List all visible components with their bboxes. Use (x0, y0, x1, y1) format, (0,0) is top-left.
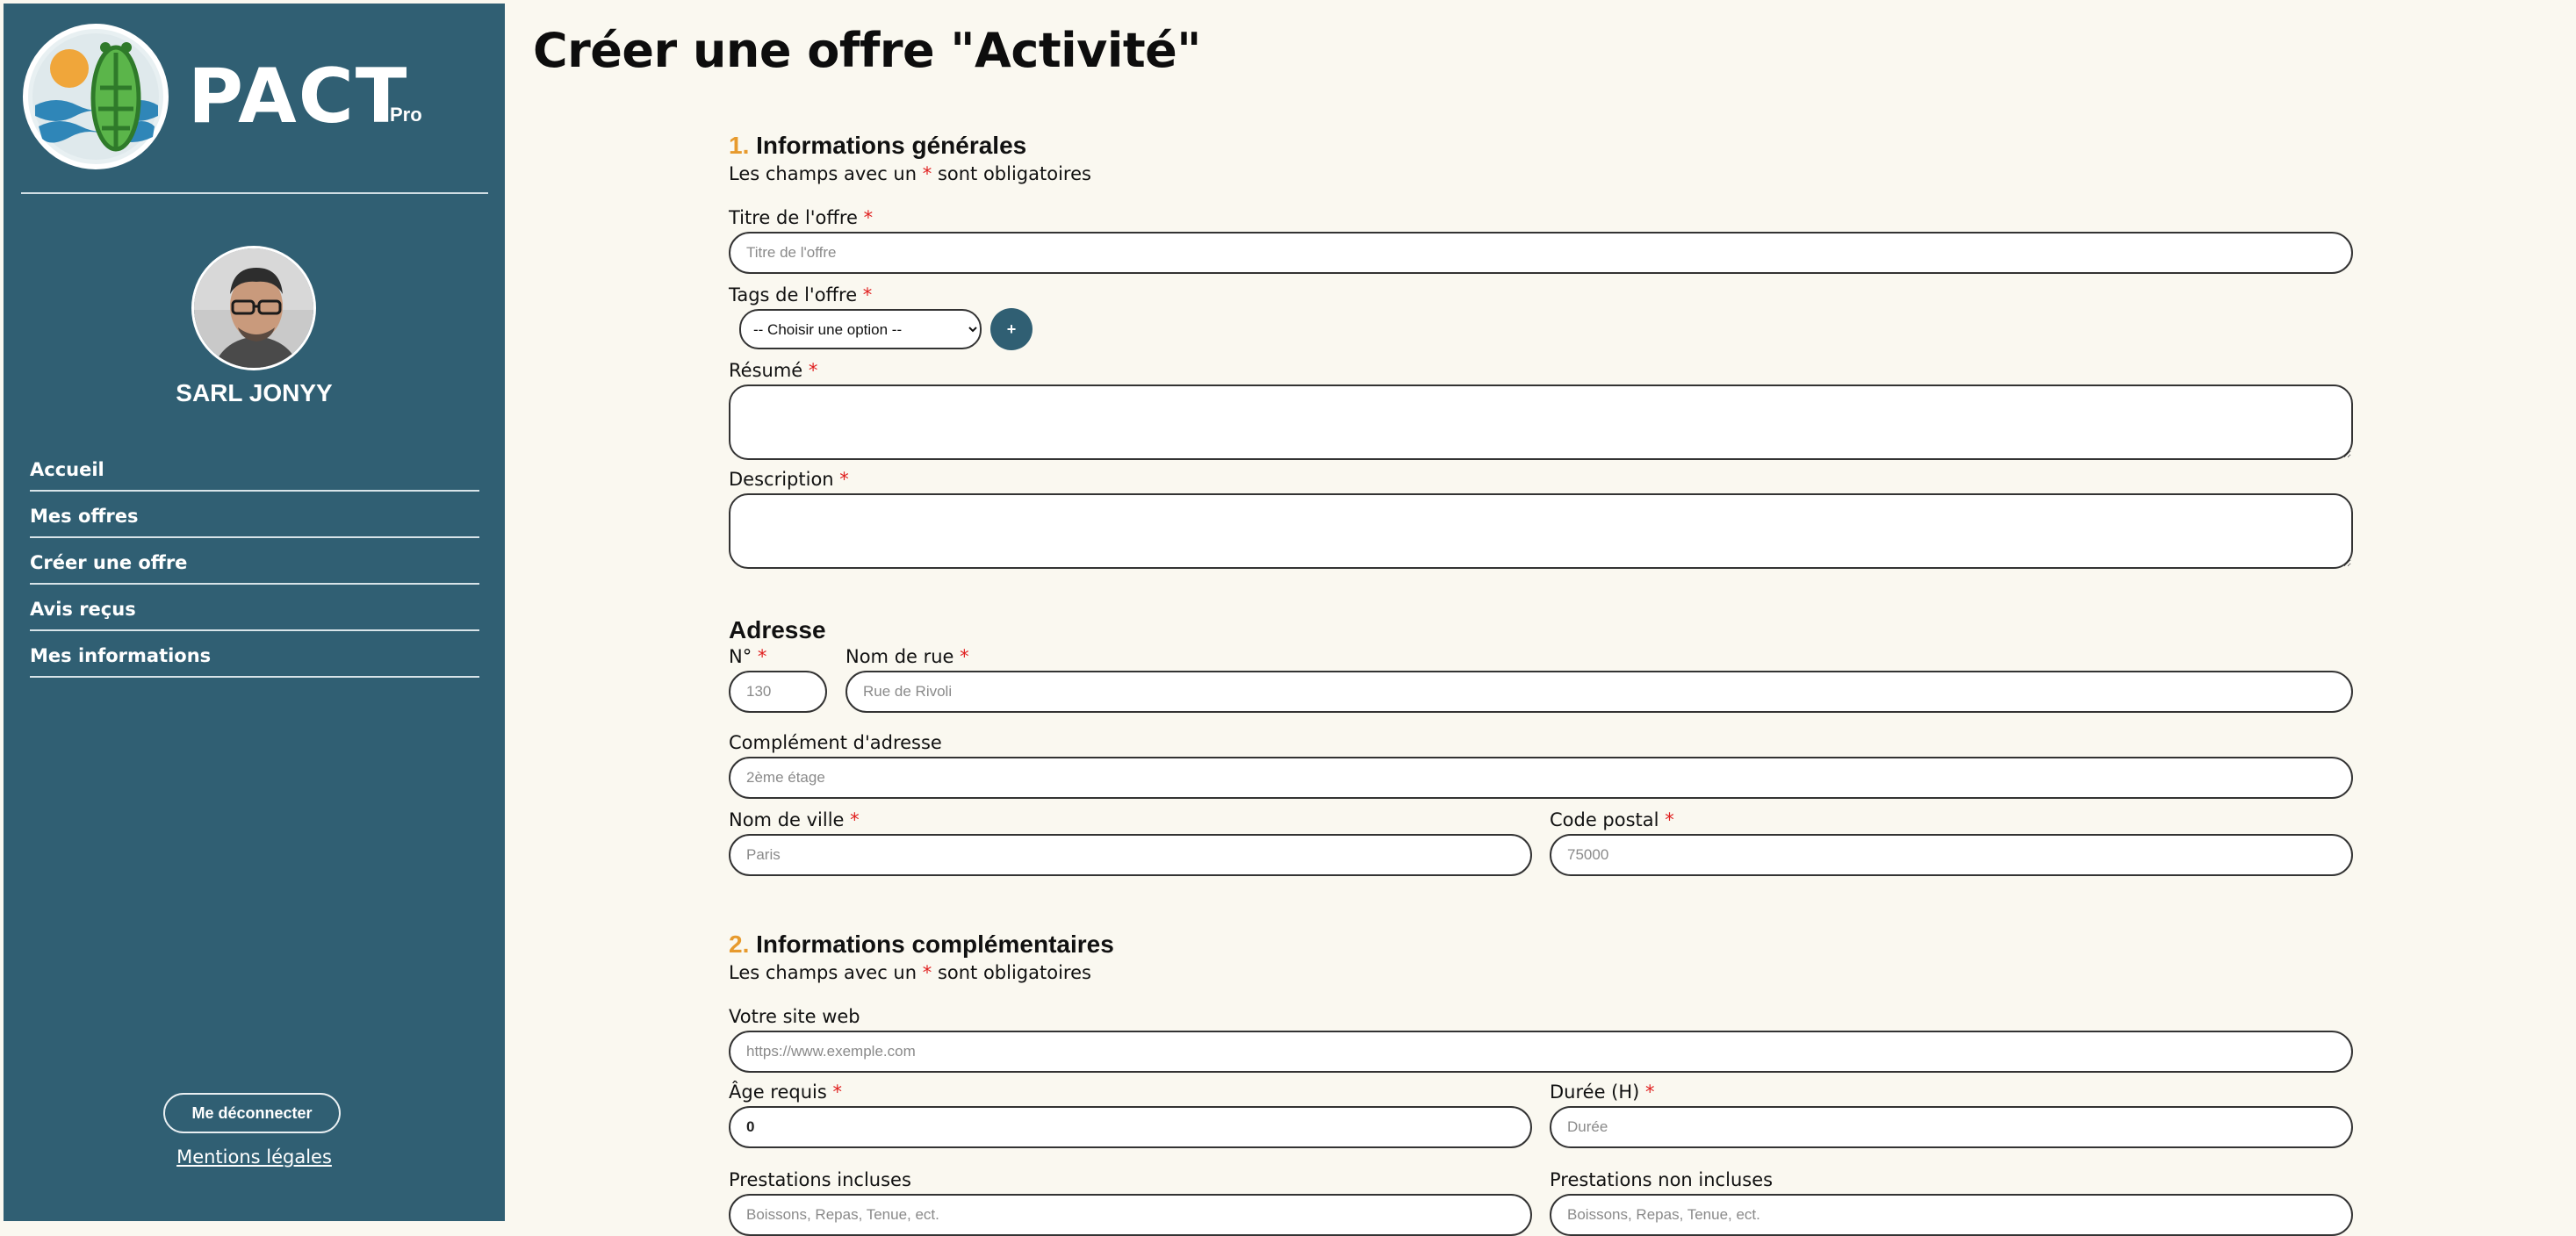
label-text: Code postal (1550, 809, 1659, 830)
hint-text: Les champs avec un (729, 962, 917, 983)
site-web-input[interactable] (729, 1031, 2353, 1073)
add-tag-button[interactable]: + (990, 308, 1033, 350)
titre-label: Titre de l'offre * (729, 207, 873, 228)
complement-input[interactable] (729, 757, 2353, 799)
company-name: SARL JONYY (176, 379, 333, 406)
required-mark: * (808, 360, 818, 381)
prestations-non-incluses-label: Prestations non incluses (1550, 1169, 1774, 1190)
ville-input[interactable] (729, 834, 1532, 876)
sidebar: PACT Pro SARL JONYY Accueil Mes offres C… (4, 4, 505, 1221)
section-1-hint: Les champs avec un * sont obligatoires (729, 163, 1091, 184)
logout-button[interactable]: Me déconnecter (163, 1093, 341, 1133)
sidebar-divider (21, 192, 488, 194)
section-1-number: 1. (729, 132, 750, 159)
hint-text: sont obligatoires (937, 163, 1091, 184)
required-mark: * (839, 469, 849, 490)
section-1-title: 1. Informations générales (729, 132, 1026, 160)
label-text: Nom de rue (845, 646, 954, 667)
required-mark: * (922, 163, 932, 184)
label-text: Description (729, 469, 834, 490)
description-label: Description * (729, 469, 849, 490)
prestations-incluses-label: Prestations incluses (729, 1169, 911, 1190)
complement-label: Complément d'adresse (729, 732, 942, 753)
required-mark: * (922, 962, 932, 983)
legal-link[interactable]: Mentions légales (4, 1146, 505, 1168)
code-postal-input[interactable] (1550, 834, 2353, 876)
age-input[interactable] (729, 1106, 1532, 1148)
nav-item-mes-offres[interactable]: Mes offres (30, 492, 479, 538)
section-2-title: 2. Informations complémentaires (729, 931, 1114, 959)
section-2-label: Informations complémentaires (756, 931, 1114, 958)
description-textarea[interactable] (729, 493, 2353, 569)
required-mark: * (960, 646, 969, 667)
pact-logo[interactable]: PACT Pro (21, 18, 422, 176)
code-postal-label: Code postal * (1550, 809, 1674, 830)
label-text: Titre de l'offre (729, 207, 858, 228)
brand-name: PACT (188, 53, 409, 140)
nav-item-creer-offre[interactable]: Créer une offre (30, 539, 479, 585)
required-mark: * (1645, 1082, 1655, 1103)
rue-label: Nom de rue * (845, 646, 969, 667)
titre-input[interactable] (729, 232, 2353, 274)
avatar[interactable] (191, 246, 316, 370)
section-1-label: Informations générales (756, 132, 1027, 159)
nav-item-avis-recus[interactable]: Avis reçus (30, 586, 479, 631)
profile-photo (194, 248, 313, 368)
ville-label: Nom de ville * (729, 809, 860, 830)
duree-label: Durée (H) * (1550, 1082, 1655, 1103)
hint-text: sont obligatoires (937, 962, 1091, 983)
tags-select[interactable]: -- Choisir une option -- (739, 309, 982, 349)
prestations-incluses-input[interactable] (729, 1194, 1532, 1236)
label-text: Nom de ville (729, 809, 845, 830)
section-2-hint: Les champs avec un * sont obligatoires (729, 962, 1091, 983)
required-mark: * (862, 284, 873, 305)
page-title: Créer une offre "Activité" (533, 23, 1201, 78)
resume-label: Résumé * (729, 360, 817, 381)
label-text: Âge requis (729, 1082, 827, 1103)
age-label: Âge requis * (729, 1082, 842, 1103)
numero-label: N° * (729, 646, 766, 667)
sidebar-nav: Accueil Mes offres Créer une offre Avis … (30, 446, 479, 679)
hint-text: Les champs avec un (729, 163, 917, 184)
required-mark: * (850, 809, 860, 830)
resume-textarea[interactable] (729, 384, 2353, 460)
label-text: Tags de l'offre (729, 284, 858, 305)
label-text: N° (729, 646, 752, 667)
cicada-logo-icon (23, 24, 169, 169)
site-web-label: Votre site web (729, 1006, 860, 1027)
required-mark: * (1665, 809, 1674, 830)
brand-sub: Pro (390, 104, 422, 126)
nav-item-accueil[interactable]: Accueil (30, 446, 479, 492)
tags-label: Tags de l'offre * (729, 284, 872, 305)
rue-input[interactable] (845, 671, 2353, 713)
label-text: Durée (H) (1550, 1082, 1640, 1103)
nav-item-mes-informations[interactable]: Mes informations (30, 632, 479, 678)
label-text: Résumé (729, 360, 803, 381)
required-mark: * (832, 1082, 843, 1103)
required-mark: * (863, 207, 874, 228)
duree-input[interactable] (1550, 1106, 2353, 1148)
section-2-number: 2. (729, 931, 750, 958)
adresse-title: Adresse (729, 616, 826, 643)
numero-input[interactable] (729, 671, 827, 713)
prestations-non-incluses-input[interactable] (1550, 1194, 2353, 1236)
required-mark: * (757, 646, 767, 667)
